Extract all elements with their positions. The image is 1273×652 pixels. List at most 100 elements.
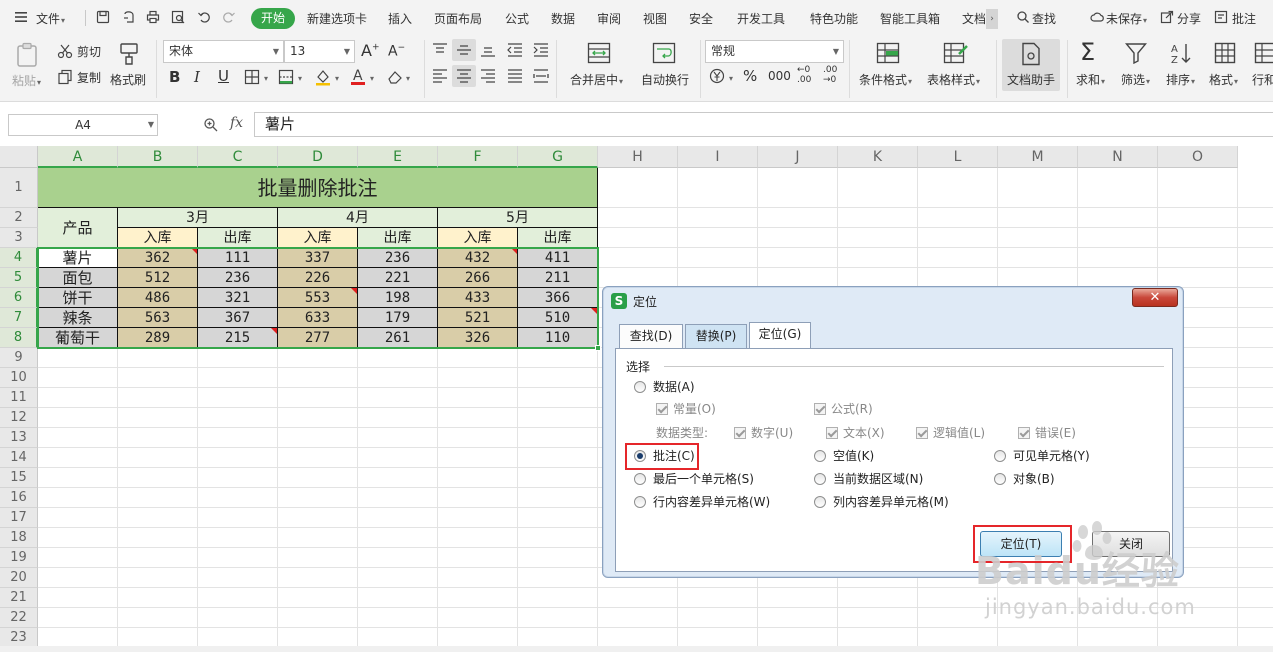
- checkbox-constant[interactable]: 常量(O): [656, 401, 716, 417]
- chevron-down-icon[interactable]: ▾: [264, 74, 268, 83]
- value-cell[interactable]: 221: [358, 268, 438, 288]
- option-row-differences[interactable]: 行内容差异单元格(W): [634, 494, 770, 510]
- zoom-icon[interactable]: [203, 117, 219, 133]
- row-header-17[interactable]: 17: [0, 508, 38, 528]
- checkbox-text[interactable]: 文本(X): [826, 425, 885, 441]
- align-left-icon[interactable]: [432, 69, 448, 83]
- align-center-icon[interactable]: [456, 69, 472, 83]
- align-bottom-icon[interactable]: [480, 43, 496, 57]
- bold-icon[interactable]: B: [169, 68, 180, 86]
- tab-smart-toolbox[interactable]: 智能工具箱: [880, 9, 940, 29]
- row-header-4[interactable]: 4: [0, 248, 38, 268]
- in-header-cell[interactable]: 入库: [278, 228, 358, 248]
- column-header-G[interactable]: G: [518, 146, 598, 168]
- row-header-13[interactable]: 13: [0, 428, 38, 448]
- option-blank[interactable]: 空值(K): [814, 448, 874, 464]
- option-current-region[interactable]: 当前数据区域(N): [814, 471, 923, 487]
- value-cell[interactable]: 236: [358, 248, 438, 268]
- month-header-cell[interactable]: 4月: [278, 208, 438, 228]
- hamburger-menu-icon[interactable]: [14, 10, 28, 24]
- column-header-E[interactable]: E: [358, 146, 438, 168]
- conditional-format-button[interactable]: 条件格式▾: [859, 71, 912, 88]
- value-cell[interactable]: 366: [518, 288, 598, 308]
- sum-button[interactable]: 求和▾: [1076, 71, 1105, 88]
- fill-pattern-icon[interactable]: [278, 69, 294, 85]
- chevron-down-icon[interactable]: ▾: [406, 74, 410, 83]
- row-header-7[interactable]: 7: [0, 308, 38, 328]
- column-header-K[interactable]: K: [838, 146, 918, 168]
- value-cell[interactable]: 211: [518, 268, 598, 288]
- value-cell[interactable]: 179: [358, 308, 438, 328]
- tab-developer[interactable]: 开发工具: [737, 9, 785, 29]
- fx-icon[interactable]: fx: [230, 115, 243, 131]
- column-header-D[interactable]: D: [278, 146, 358, 168]
- align-right-icon[interactable]: [480, 69, 496, 83]
- paste-button[interactable]: 粘贴▾: [12, 72, 41, 89]
- column-header-O[interactable]: O: [1158, 146, 1238, 168]
- row-header-23[interactable]: 23: [0, 628, 38, 648]
- product-cell[interactable]: 葡萄干: [38, 328, 118, 348]
- value-cell[interactable]: 110: [518, 328, 598, 348]
- row-header-21[interactable]: 21: [0, 588, 38, 608]
- chevron-down-icon[interactable]: ▾: [298, 74, 302, 83]
- redo-icon[interactable]: [222, 10, 236, 24]
- tab-insert[interactable]: 插入: [388, 9, 412, 29]
- merge-center-button[interactable]: 合并居中▾: [570, 71, 623, 88]
- value-cell[interactable]: 563: [118, 308, 198, 328]
- value-cell[interactable]: 236: [198, 268, 278, 288]
- value-cell[interactable]: 215: [198, 328, 278, 348]
- value-cell[interactable]: 111: [198, 248, 278, 268]
- file-menu[interactable]: 文件▾: [36, 9, 65, 29]
- option-data[interactable]: 数据(A): [634, 379, 695, 395]
- font-color-icon[interactable]: A: [350, 67, 366, 86]
- indent-decrease-icon[interactable]: [507, 43, 523, 57]
- row-header-8[interactable]: 8: [0, 328, 38, 348]
- format-painter-button[interactable]: 格式刷: [110, 71, 146, 88]
- row-header-10[interactable]: 10: [0, 368, 38, 388]
- horizontal-scrollbar[interactable]: [0, 646, 1273, 652]
- option-last-cell[interactable]: 最后一个单元格(S): [634, 471, 754, 487]
- row-header-6[interactable]: 6: [0, 288, 38, 308]
- in-header-cell[interactable]: 入库: [438, 228, 518, 248]
- copy-button[interactable]: 复制: [77, 69, 101, 86]
- clear-format-icon[interactable]: [386, 69, 404, 85]
- column-header-C[interactable]: C: [198, 146, 278, 168]
- percent-icon[interactable]: %: [743, 67, 757, 85]
- tab-find[interactable]: 查找(D): [619, 324, 683, 348]
- unsaved-status[interactable]: 未保存▾: [1106, 9, 1147, 29]
- column-header-L[interactable]: L: [918, 146, 998, 168]
- row-header-22[interactable]: 22: [0, 608, 38, 628]
- locate-button[interactable]: 定位(T): [980, 531, 1062, 557]
- column-header-J[interactable]: J: [758, 146, 838, 168]
- search-icon[interactable]: [1016, 10, 1030, 24]
- value-cell[interactable]: 553: [278, 288, 358, 308]
- value-cell[interactable]: 226: [278, 268, 358, 288]
- paste-icon[interactable]: [15, 42, 39, 68]
- font-name-select[interactable]: 宋体 ▼: [163, 40, 284, 63]
- value-cell[interactable]: 362: [118, 248, 198, 268]
- row-header-11[interactable]: 11: [0, 388, 38, 408]
- decrease-decimal-icon[interactable]: .00 →0: [823, 65, 837, 85]
- export-icon[interactable]: [122, 10, 136, 24]
- row-header-18[interactable]: 18: [0, 528, 38, 548]
- product-cell[interactable]: 辣条: [38, 308, 118, 328]
- justify-icon[interactable]: [507, 69, 523, 83]
- row-header-16[interactable]: 16: [0, 488, 38, 508]
- value-cell[interactable]: 486: [118, 288, 198, 308]
- tab-new[interactable]: 新建选项卡: [307, 9, 367, 29]
- tab-special[interactable]: 特色功能: [810, 9, 858, 29]
- row-col-button[interactable]: 行和: [1252, 71, 1273, 88]
- row-header-12[interactable]: 12: [0, 408, 38, 428]
- value-cell[interactable]: 337: [278, 248, 358, 268]
- dialog-close-button[interactable]: 关闭: [1092, 531, 1170, 557]
- tab-security[interactable]: 安全: [689, 9, 713, 29]
- doc-assistant-button[interactable]: 文档助手: [1007, 71, 1055, 88]
- row-header-15[interactable]: 15: [0, 468, 38, 488]
- sheet-title-cell[interactable]: 批量删除批注: [38, 168, 598, 208]
- value-cell[interactable]: 198: [358, 288, 438, 308]
- tab-page-layout[interactable]: 页面布局: [434, 9, 482, 29]
- filter-button[interactable]: 筛选▾: [1121, 71, 1150, 88]
- column-header-M[interactable]: M: [998, 146, 1078, 168]
- value-cell[interactable]: 521: [438, 308, 518, 328]
- row-header-2[interactable]: 2: [0, 208, 38, 228]
